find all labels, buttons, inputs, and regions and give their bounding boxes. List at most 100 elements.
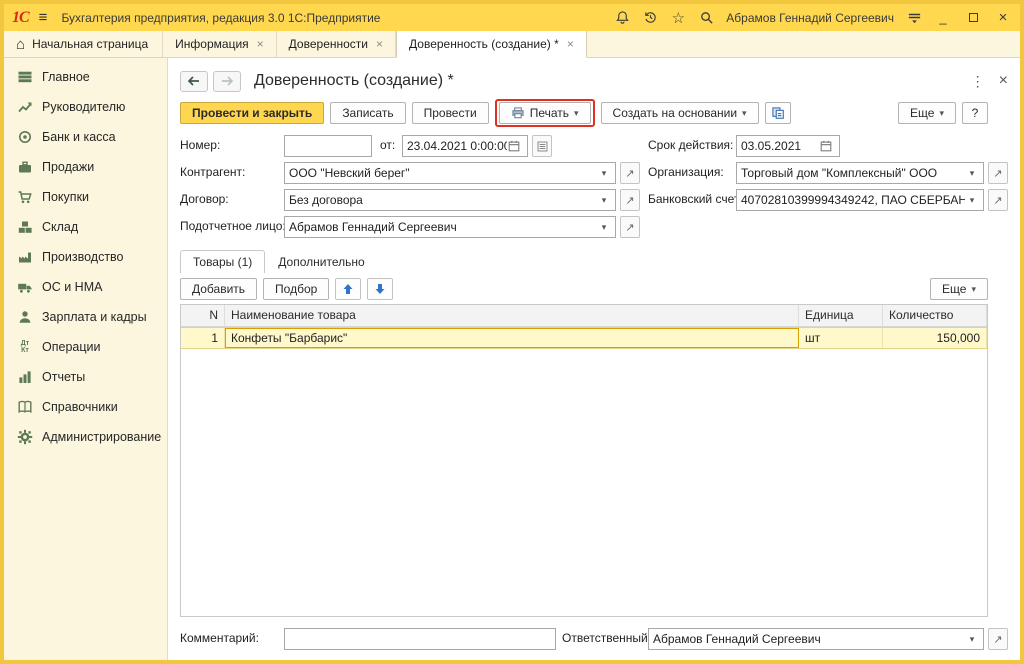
minimize-button[interactable]: _ (934, 10, 952, 25)
sidebar-item-bank-i-kassa[interactable]: Банк и касса (4, 122, 167, 152)
organization-combo[interactable]: Торговый дом "Комплексный" ООО ▾ (736, 162, 984, 184)
chevron-down-icon[interactable]: ▾ (965, 195, 979, 206)
menu-lines-icon (17, 69, 33, 85)
search-icon[interactable] (698, 10, 714, 26)
chevron-down-icon: ▾ (742, 108, 747, 119)
maximize-button[interactable] (964, 10, 982, 25)
add-row-button[interactable]: Добавить (180, 278, 257, 300)
date-input[interactable]: 23.04.2021 0:00:00 (402, 135, 528, 157)
related-documents-button[interactable] (765, 102, 791, 124)
contract-combo[interactable]: Без договора ▾ (284, 189, 616, 211)
chevron-down-icon[interactable]: ▾ (965, 634, 979, 645)
table-row[interactable]: 1 Конфеты "Барбарис" шт 150,000 (181, 327, 987, 349)
header-name[interactable]: Наименование товара (225, 305, 799, 326)
organization-label: Организация: (648, 165, 724, 179)
chevron-down-icon[interactable]: ▾ (965, 168, 979, 179)
comment-input[interactable] (284, 628, 556, 650)
chevron-down-icon[interactable]: ▾ (597, 168, 611, 179)
calendar-icon[interactable] (507, 139, 523, 153)
items-toolbar-right: Еще ▾ (930, 278, 988, 300)
main-menu-icon[interactable]: ≡ (39, 9, 48, 26)
bank-account-open-button[interactable]: ↗ (988, 189, 1008, 211)
responsible-open-button[interactable]: ↗ (988, 628, 1008, 650)
move-down-button[interactable] (367, 278, 393, 300)
table-header-row: N Наименование товара Единица Количество (181, 305, 987, 327)
organization-open-button[interactable]: ↗ (988, 162, 1008, 184)
home-tab[interactable]: ⌂ Начальная страница (4, 31, 163, 57)
post-and-close-button[interactable]: Провести и закрыть (180, 102, 324, 124)
chevron-down-icon: ▾ (939, 108, 944, 119)
validity-input[interactable]: 03.05.2021 (736, 135, 840, 157)
favorites-star-icon[interactable]: ☆ (670, 10, 686, 26)
chevron-down-icon: ▾ (574, 108, 579, 119)
chevron-down-icon[interactable]: ▾ (597, 222, 611, 233)
counterparty-combo[interactable]: ООО "Невский берег" ▾ (284, 162, 616, 184)
create-on-basis-button[interactable]: Создать на основании ▾ (601, 102, 759, 124)
trend-icon (17, 99, 33, 115)
contract-open-button[interactable]: ↗ (620, 189, 640, 211)
form-close-icon[interactable]: × (999, 72, 1008, 90)
sidebar-item-operacii[interactable]: ДтКт Операции (4, 332, 167, 362)
sidebar-item-administrirovanie[interactable]: Администрирование (4, 422, 167, 452)
sidebar-item-otchety[interactable]: Отчеты (4, 362, 167, 392)
sidebar-item-zarplata-i-kadry[interactable]: Зарплата и кадры (4, 302, 167, 332)
table-empty-area[interactable] (181, 349, 987, 616)
print-button[interactable]: Печать ▾ (499, 102, 591, 124)
home-icon: ⌂ (16, 36, 25, 53)
tab-additional[interactable]: Дополнительно (265, 250, 377, 273)
accountable-combo[interactable]: Абрамов Геннадий Сергеевич ▾ (284, 216, 616, 238)
sidebar-item-proizvodstvo[interactable]: Производство (4, 242, 167, 272)
warehouse-boxes-icon (17, 219, 33, 235)
bar-chart-icon (17, 369, 33, 385)
date-history-button[interactable] (532, 135, 552, 157)
cart-icon (17, 189, 33, 205)
number-input[interactable] (284, 135, 372, 157)
calendar-icon[interactable] (819, 139, 835, 153)
close-window-button[interactable]: × (994, 9, 1012, 26)
header-unit[interactable]: Единица (799, 305, 883, 326)
form-footer: Комментарий: Ответственный: Абрамов Генн… (180, 626, 1008, 652)
history-icon[interactable] (642, 10, 658, 26)
post-button[interactable]: Провести (412, 102, 489, 124)
accountable-open-button[interactable]: ↗ (620, 216, 640, 238)
tab-goods[interactable]: Товары (1) (180, 250, 265, 273)
tab-doverennosti[interactable]: Доверенности × (277, 31, 396, 57)
bank-account-combo[interactable]: 40702810399994349242, ПАО СБЕРБАНК ▾ (736, 189, 984, 211)
items-more-button[interactable]: Еще ▾ (930, 278, 988, 300)
sidebar-item-prodazhi[interactable]: Продажи (4, 152, 167, 182)
responsible-combo[interactable]: Абрамов Геннадий Сергеевич ▾ (648, 628, 984, 650)
pick-button[interactable]: Подбор (263, 278, 329, 300)
save-button[interactable]: Записать (330, 102, 405, 124)
factory-icon (17, 249, 33, 265)
sidebar-item-rukovoditelyu[interactable]: Руководителю (4, 92, 167, 122)
sidebar-item-pokupki[interactable]: Покупки (4, 182, 167, 212)
header-qty[interactable]: Количество (883, 305, 987, 326)
tab-doverennost-sozdanie[interactable]: Доверенность (создание) * × (396, 31, 587, 58)
back-button[interactable] (180, 71, 208, 92)
arrow-up-icon (342, 283, 354, 295)
tab-close-icon[interactable]: × (376, 37, 383, 51)
forward-button[interactable] (213, 71, 241, 92)
sidebar-item-spravochniki[interactable]: Справочники (4, 392, 167, 422)
move-up-button[interactable] (335, 278, 361, 300)
tab-close-icon[interactable]: × (567, 37, 574, 51)
sidebar-item-glavnoe[interactable]: Главное (4, 62, 167, 92)
row-contract-bankaccount: Договор: Без договора ▾ ↗ Банковский сче… (180, 187, 1008, 214)
header-n[interactable]: N (181, 305, 225, 326)
sidebar-item-os-i-nma[interactable]: ОС и НМА (4, 272, 167, 302)
cell-goods-name[interactable]: Конфеты "Барбарис" (225, 328, 799, 348)
chevron-down-icon[interactable]: ▾ (597, 195, 611, 206)
more-button[interactable]: Еще ▾ (898, 102, 956, 124)
service-menu-icon[interactable] (906, 10, 922, 26)
tab-informaciya[interactable]: Информация × (163, 31, 277, 57)
help-button[interactable]: ? (962, 102, 988, 124)
printer-icon (511, 106, 525, 120)
form-more-kebab-icon[interactable]: ⋮ (971, 73, 985, 90)
counterparty-open-button[interactable]: ↗ (620, 162, 640, 184)
sidebar-item-sklad[interactable]: Склад (4, 212, 167, 242)
current-user[interactable]: Абрамов Геннадий Сергеевич (726, 11, 894, 25)
tab-close-icon[interactable]: × (257, 37, 264, 51)
notifications-bell-icon[interactable] (614, 10, 630, 26)
comment-label: Комментарий: (180, 631, 259, 645)
tab-label: Доверенность (создание) * (409, 37, 559, 51)
